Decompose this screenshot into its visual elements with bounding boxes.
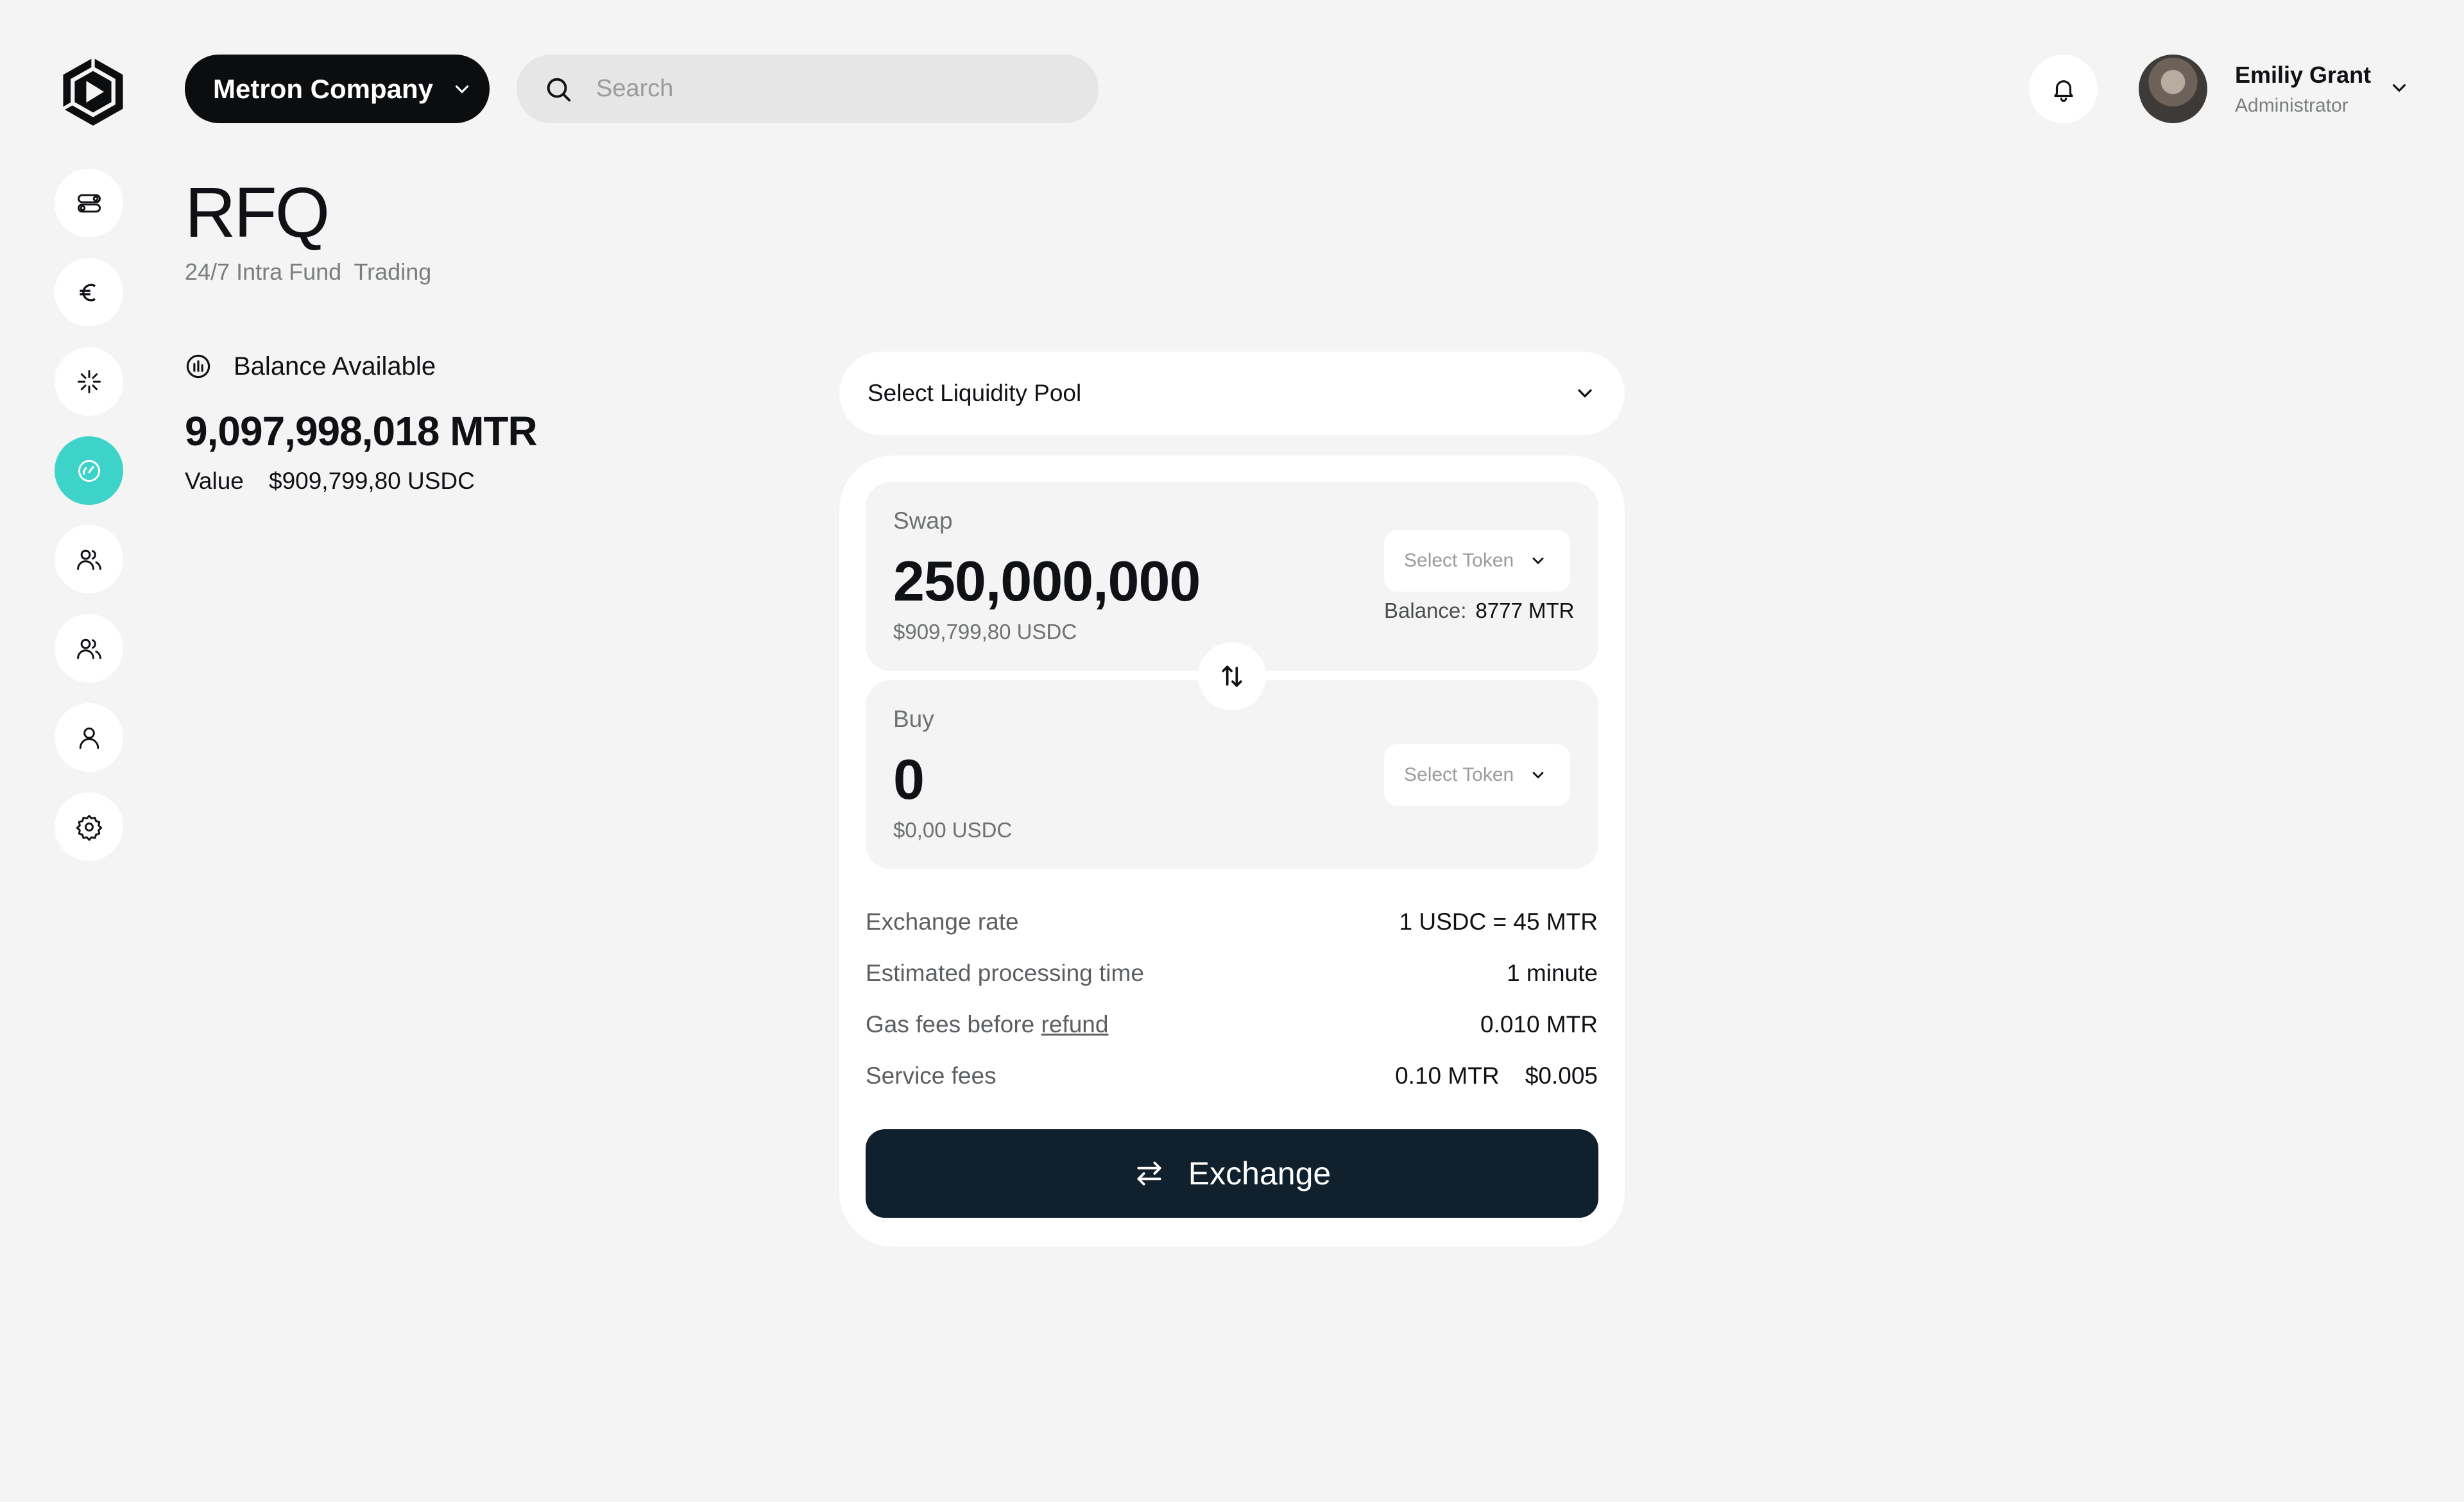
balance-amount: 9,097,998,018 MTR xyxy=(185,408,538,454)
sparkle-icon xyxy=(77,370,101,393)
search-icon xyxy=(547,78,571,101)
chevron-down-icon xyxy=(1532,558,1544,565)
gear-icon xyxy=(76,814,102,841)
service-fees-usd: $0.005 xyxy=(1525,1062,1598,1089)
gas-fees-label: Gas fees before refund xyxy=(866,1011,1108,1038)
exchange-arrows-icon xyxy=(1137,1161,1161,1186)
service-fees-mtr: 0.10 MTR xyxy=(1395,1062,1500,1089)
company-selector[interactable]: Metron Company xyxy=(185,55,490,123)
sidebar-item-team[interactable] xyxy=(55,614,123,683)
liquidity-pool-select[interactable]: Select Liquidity Pool xyxy=(839,352,1625,435)
user-name: Emiliy Grant xyxy=(2235,62,2372,88)
swap-token-placeholder: Select Token xyxy=(1404,550,1514,571)
refund-link[interactable]: refund xyxy=(1041,1011,1109,1037)
hexagon-logo-icon xyxy=(62,58,123,126)
balance-value-label: Value xyxy=(185,468,244,494)
swap-balance-value: 8777 MTR xyxy=(1475,599,1575,622)
exchange-rate-value: 1 USDC = 45 MTR xyxy=(1399,909,1598,935)
sidebar-item-sparkle[interactable] xyxy=(55,347,123,416)
swap-direction-button[interactable] xyxy=(1198,642,1266,710)
chart-circle-icon xyxy=(186,354,210,379)
chevron-down-icon xyxy=(1532,772,1544,779)
page-title: RFQ xyxy=(185,173,330,252)
avatar[interactable] xyxy=(2139,55,2207,123)
buy-usd-value: $0,00 USDC xyxy=(893,818,1013,842)
balance-label: Balance Available xyxy=(234,352,436,380)
service-fees-label: Service fees xyxy=(866,1062,997,1089)
page-subtitle: 24/7 Intra Fund Trading xyxy=(185,259,432,285)
swap-token-select[interactable]: Select Token xyxy=(1384,530,1570,592)
sidebar-item-settings[interactable] xyxy=(55,792,123,861)
sidebar-item-rfq[interactable] xyxy=(55,436,123,505)
liquidity-pool-label: Select Liquidity Pool xyxy=(868,380,1082,406)
sidebar-item-currency[interactable] xyxy=(55,258,123,327)
swap-balance-label: Balance: xyxy=(1384,599,1467,622)
buy-amount-input[interactable]: 0 xyxy=(893,747,925,812)
swap-arrows-icon xyxy=(1222,665,1242,687)
processing-time-label: Estimated processing time xyxy=(866,960,1144,986)
user-role: Administrator xyxy=(2235,95,2348,116)
processing-time-value: 1 minute xyxy=(1507,960,1598,986)
toggles-icon xyxy=(77,194,101,212)
chevron-down-icon[interactable] xyxy=(2388,77,2410,99)
search-bar[interactable] xyxy=(517,55,1099,123)
chevron-down-icon xyxy=(1578,389,1592,398)
app-logo[interactable] xyxy=(59,56,127,127)
euro-icon xyxy=(79,283,96,302)
buy-token-placeholder: Select Token xyxy=(1404,764,1514,785)
sidebar-item-toggles[interactable] xyxy=(55,169,123,237)
users-icon xyxy=(76,549,101,570)
swap-usd-value: $909,799,80 USDC xyxy=(893,620,1077,644)
swap-label: Swap xyxy=(893,508,953,534)
exchange-rate-label: Exchange rate xyxy=(866,909,1019,935)
exchange-button[interactable]: Exchange xyxy=(866,1129,1598,1218)
user-icon xyxy=(79,727,99,749)
search-input[interactable] xyxy=(596,75,1084,103)
buy-label: Buy xyxy=(893,706,934,732)
sidebar-item-profile[interactable] xyxy=(55,703,123,772)
users-icon xyxy=(76,638,101,659)
service-fees-value: 0.10 MTR $0.005 xyxy=(1395,1062,1598,1089)
bell-icon xyxy=(2053,80,2073,102)
balance-value: $909,799,80 USDC xyxy=(269,468,475,494)
company-name: Metron Company xyxy=(213,73,434,104)
notifications-button[interactable] xyxy=(2029,55,2098,123)
chevron-down-icon xyxy=(455,85,469,93)
sidebar-item-users[interactable] xyxy=(55,525,123,593)
swap-amount-input[interactable]: 250,000,000 xyxy=(893,549,1201,614)
gauge-icon xyxy=(78,459,100,482)
exchange-button-label: Exchange xyxy=(1188,1156,1331,1191)
gas-fees-value: 0.010 MTR xyxy=(1480,1011,1598,1037)
buy-token-select[interactable]: Select Token xyxy=(1384,744,1570,806)
gas-fees-text: Gas fees before xyxy=(866,1011,1035,1037)
swap-balance: Balance: 8777 MTR xyxy=(1384,599,1575,623)
